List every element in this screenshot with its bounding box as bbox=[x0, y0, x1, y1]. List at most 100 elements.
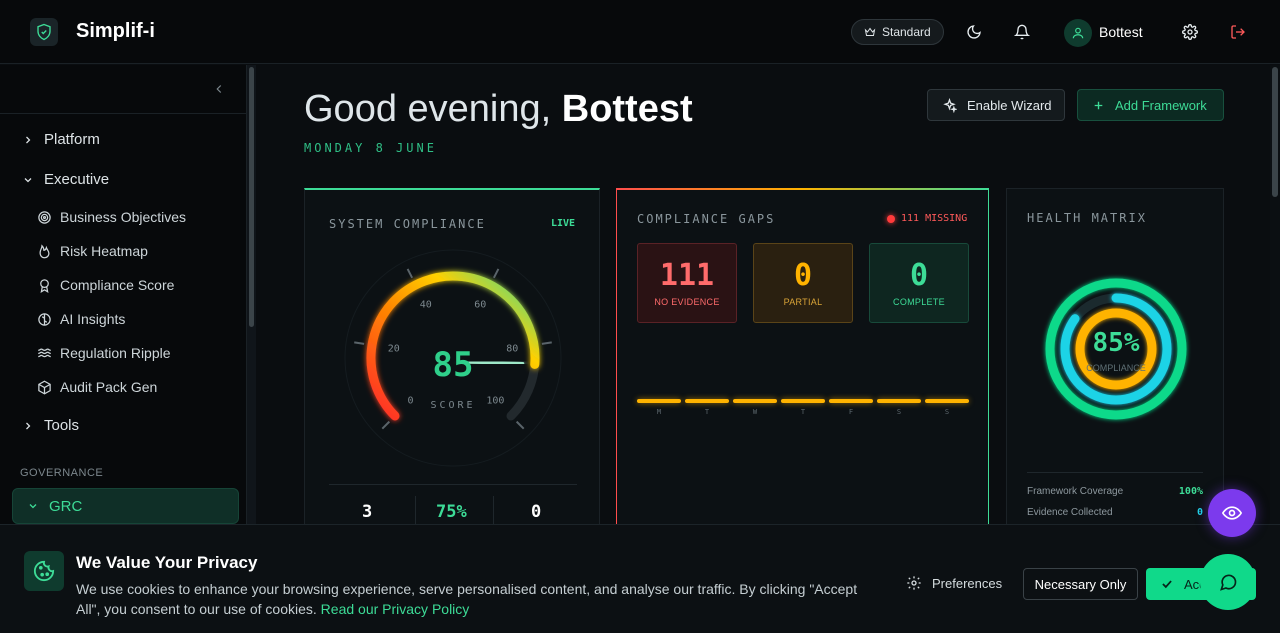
moon-icon bbox=[967, 25, 981, 39]
status-dot bbox=[887, 214, 895, 223]
sidebar-item-compliance-score[interactable]: Compliance Score bbox=[36, 277, 174, 293]
sidebar-scrollbar-thumb[interactable] bbox=[249, 67, 254, 327]
day-label: F bbox=[848, 408, 854, 416]
metric-label: Evidence Collected bbox=[1027, 507, 1113, 518]
target-icon bbox=[37, 210, 51, 224]
chevron-left-icon[interactable] bbox=[212, 81, 226, 97]
logo[interactable] bbox=[30, 18, 58, 46]
metric-framework-coverage: Framework Coverage 100% bbox=[1027, 486, 1203, 497]
sidebar-item-executive[interactable]: Executive bbox=[22, 171, 109, 188]
enable-wizard-button[interactable]: Enable Wizard bbox=[927, 89, 1065, 121]
brain-icon bbox=[37, 312, 51, 326]
username[interactable]: Bottest bbox=[1099, 24, 1143, 40]
gauge-label: SCORE bbox=[430, 400, 475, 411]
chat-button[interactable] bbox=[1200, 554, 1256, 610]
sidebar-item-tools[interactable]: Tools bbox=[22, 417, 79, 434]
gap-value: 0 bbox=[909, 258, 929, 293]
crown-icon bbox=[864, 27, 876, 36]
current-date: MONDAY 8 JUNE bbox=[304, 141, 437, 155]
day-bar bbox=[877, 399, 921, 403]
day-bar bbox=[733, 399, 777, 403]
sidebar-item-label: Tools bbox=[44, 417, 80, 434]
gauge-tick bbox=[354, 341, 365, 345]
sidebar-item-business-objectives[interactable]: Business Objectives bbox=[36, 209, 186, 225]
health-label: COMPLIANCE bbox=[1086, 363, 1146, 373]
day-label: T bbox=[704, 408, 710, 416]
live-badge: LIVE bbox=[551, 218, 576, 229]
sparkles-icon bbox=[943, 97, 957, 113]
cookie-title: We Value Your Privacy bbox=[76, 553, 258, 572]
avatar[interactable] bbox=[1064, 19, 1092, 47]
sidebar-item-regulation-ripple[interactable]: Regulation Ripple bbox=[36, 345, 171, 361]
health-rings: 85% COMPLIANCE bbox=[1045, 278, 1187, 420]
metric-value: 0 bbox=[1196, 507, 1203, 518]
plan-badge[interactable]: Standard bbox=[851, 19, 944, 45]
gauge-tick-label: 80 bbox=[506, 344, 518, 355]
gap-label: COMPLETE bbox=[893, 297, 945, 307]
gauge-value: 85 bbox=[433, 345, 474, 385]
gauge-tick-label: 0 bbox=[408, 395, 414, 406]
sidebar-item-label: Risk Heatmap bbox=[60, 243, 148, 259]
section-label-governance: GOVERNANCE bbox=[20, 467, 104, 479]
gap-partial[interactable]: 0 PARTIAL bbox=[753, 243, 853, 323]
cookie-icon bbox=[33, 560, 55, 582]
divider bbox=[415, 496, 416, 526]
enable-wizard-label: Enable Wizard bbox=[967, 97, 1052, 113]
sidebar-item-audit-pack-gen[interactable]: Audit Pack Gen bbox=[36, 379, 157, 395]
divider bbox=[493, 496, 494, 526]
main-scrollbar-thumb[interactable] bbox=[1272, 67, 1278, 197]
accessibility-button[interactable] bbox=[1208, 489, 1256, 537]
theme-toggle-button[interactable] bbox=[964, 22, 984, 42]
day-label: S bbox=[944, 408, 950, 416]
health-matrix-card: HEALTH MATRIX 85% COMPLIANCE Framework C… bbox=[1006, 188, 1224, 533]
compliance-gaps-card: COMPLIANCE GAPS 111 MISSING 111 NO EVIDE… bbox=[616, 188, 989, 533]
sidebar-item-grc[interactable]: GRC bbox=[12, 488, 239, 524]
preferences-button[interactable]: Preferences bbox=[906, 575, 1002, 591]
divider bbox=[329, 484, 577, 485]
sidebar-item-label: Audit Pack Gen bbox=[60, 379, 158, 395]
stat-percent: 75% bbox=[436, 502, 467, 522]
missing-badge: 111 MISSING bbox=[887, 213, 967, 224]
day-bar bbox=[637, 399, 681, 403]
logout-icon bbox=[1231, 25, 1245, 39]
metric-evidence-collected: Evidence Collected 0 bbox=[1027, 507, 1203, 518]
plan-badge-label: Standard bbox=[882, 25, 931, 39]
cookie-text: We use cookies to enhance your browsing … bbox=[76, 579, 866, 619]
gap-no-evidence[interactable]: 111 NO EVIDENCE bbox=[637, 243, 737, 323]
necessary-only-button[interactable]: Necessary Only bbox=[1023, 568, 1138, 600]
sidebar-item-ai-insights[interactable]: AI Insights bbox=[36, 311, 125, 327]
greeting-name: Bottest bbox=[561, 88, 693, 130]
sidebar-collapse-row bbox=[0, 65, 247, 114]
sidebar-item-label: Platform bbox=[44, 131, 100, 148]
system-compliance-card: SYSTEM COMPLIANCE LIVE 0 20 40 60 80 100 85 S… bbox=[304, 188, 600, 533]
chevron-down-icon bbox=[24, 177, 32, 182]
compliance-gauge: 0 20 40 60 80 100 85 SCORE bbox=[344, 249, 562, 467]
sidebar-item-platform[interactable]: Platform bbox=[22, 131, 100, 148]
day-label: W bbox=[752, 408, 758, 416]
gap-label: NO EVIDENCE bbox=[654, 297, 720, 307]
gear-icon bbox=[907, 576, 921, 590]
gauge-tick-label: 40 bbox=[420, 300, 432, 311]
logout-button[interactable] bbox=[1228, 22, 1248, 42]
metric-label: Framework Coverage bbox=[1027, 486, 1124, 497]
notifications-button[interactable] bbox=[1012, 22, 1032, 42]
sidebar-item-risk-heatmap[interactable]: Risk Heatmap bbox=[36, 243, 148, 259]
chevron-right-icon bbox=[26, 136, 31, 143]
gauge-tick-label: 100 bbox=[486, 395, 504, 406]
gauge-tick-label: 60 bbox=[474, 300, 486, 311]
settings-button[interactable] bbox=[1180, 22, 1200, 42]
eye-icon bbox=[1222, 506, 1242, 520]
brand-name: Simplif-i bbox=[76, 20, 155, 42]
privacy-policy-link[interactable]: Read our Privacy Policy bbox=[321, 601, 470, 617]
chat-icon bbox=[1220, 574, 1237, 591]
metric-value: 100% bbox=[1178, 486, 1203, 497]
plus-icon bbox=[1094, 101, 1103, 109]
card-title: COMPLIANCE GAPS bbox=[637, 212, 776, 226]
sidebar-item-label: GRC bbox=[49, 497, 83, 515]
chevron-right-icon bbox=[26, 422, 31, 429]
cookie-icon-box bbox=[24, 551, 64, 591]
gap-complete[interactable]: 0 COMPLETE bbox=[869, 243, 969, 323]
gap-value: 111 bbox=[659, 258, 715, 293]
sidebar-item-label: Compliance Score bbox=[60, 277, 175, 293]
add-framework-button[interactable]: Add Framework bbox=[1077, 89, 1224, 121]
